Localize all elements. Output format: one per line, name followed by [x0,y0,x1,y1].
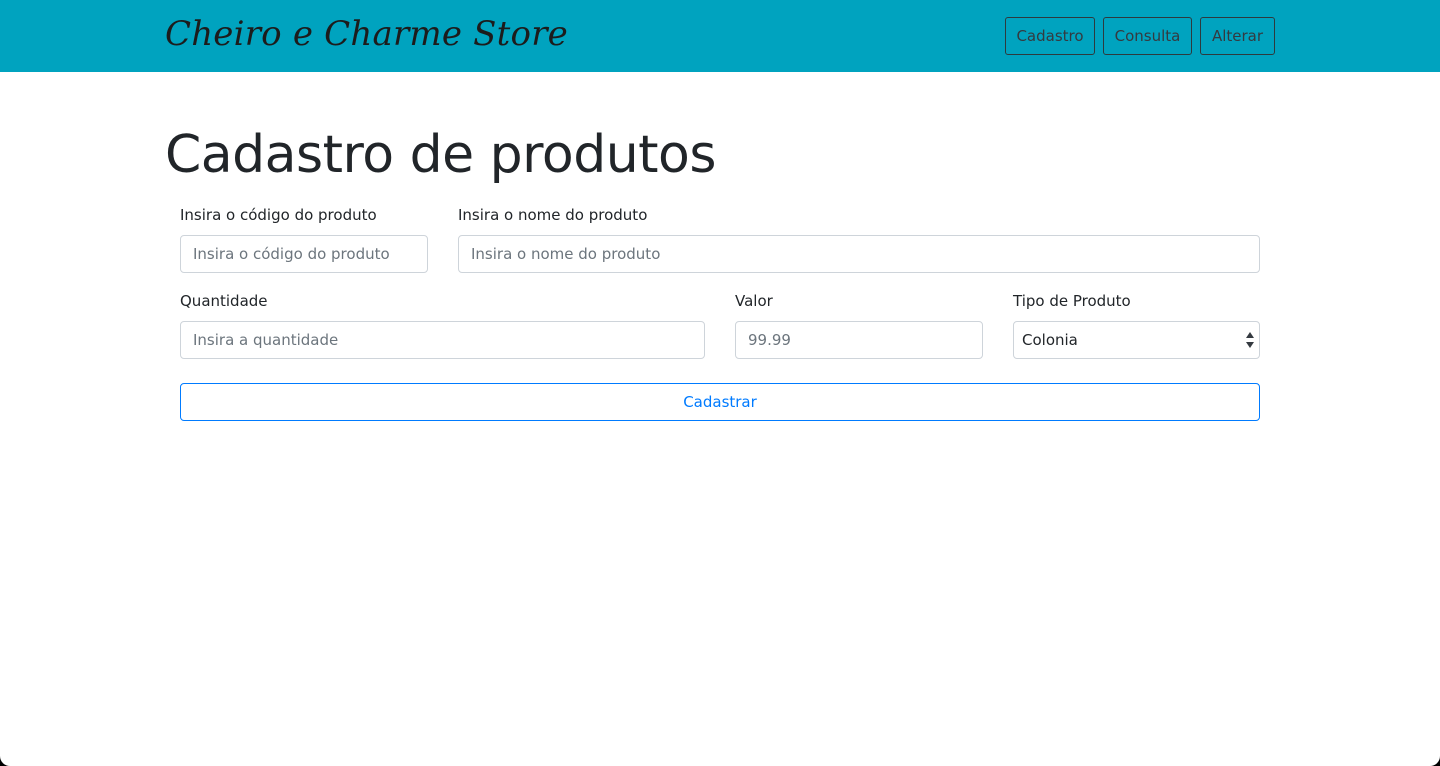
page: Cheiro e Charme Store Cadastro Consulta … [0,0,1440,766]
codigo-label: Insira o código do produto [180,206,377,224]
navbar: Cheiro e Charme Store Cadastro Consulta … [0,0,1440,72]
nav-alterar-button[interactable]: Alterar [1200,17,1275,55]
page-title: Cadastro de produtos [165,125,716,185]
nav-consulta-button[interactable]: Consulta [1103,17,1192,55]
brand-logo[interactable]: Cheiro e Charme Store [165,8,568,60]
nav-cadastro-button[interactable]: Cadastro [1005,17,1095,55]
tipo-selected-value: Colonia [1022,331,1078,349]
cadastrar-button[interactable]: Cadastrar [180,383,1260,421]
nome-input[interactable] [458,235,1260,273]
valor-input[interactable] [735,321,983,359]
codigo-input[interactable] [180,235,428,273]
quantidade-label: Quantidade [180,292,268,310]
select-arrows-icon [1246,332,1254,348]
tipo-label: Tipo de Produto [1013,292,1131,310]
valor-label: Valor [735,292,773,310]
quantidade-input[interactable] [180,321,705,359]
tipo-select[interactable]: Colonia [1013,321,1260,359]
nome-label: Insira o nome do produto [458,206,648,224]
